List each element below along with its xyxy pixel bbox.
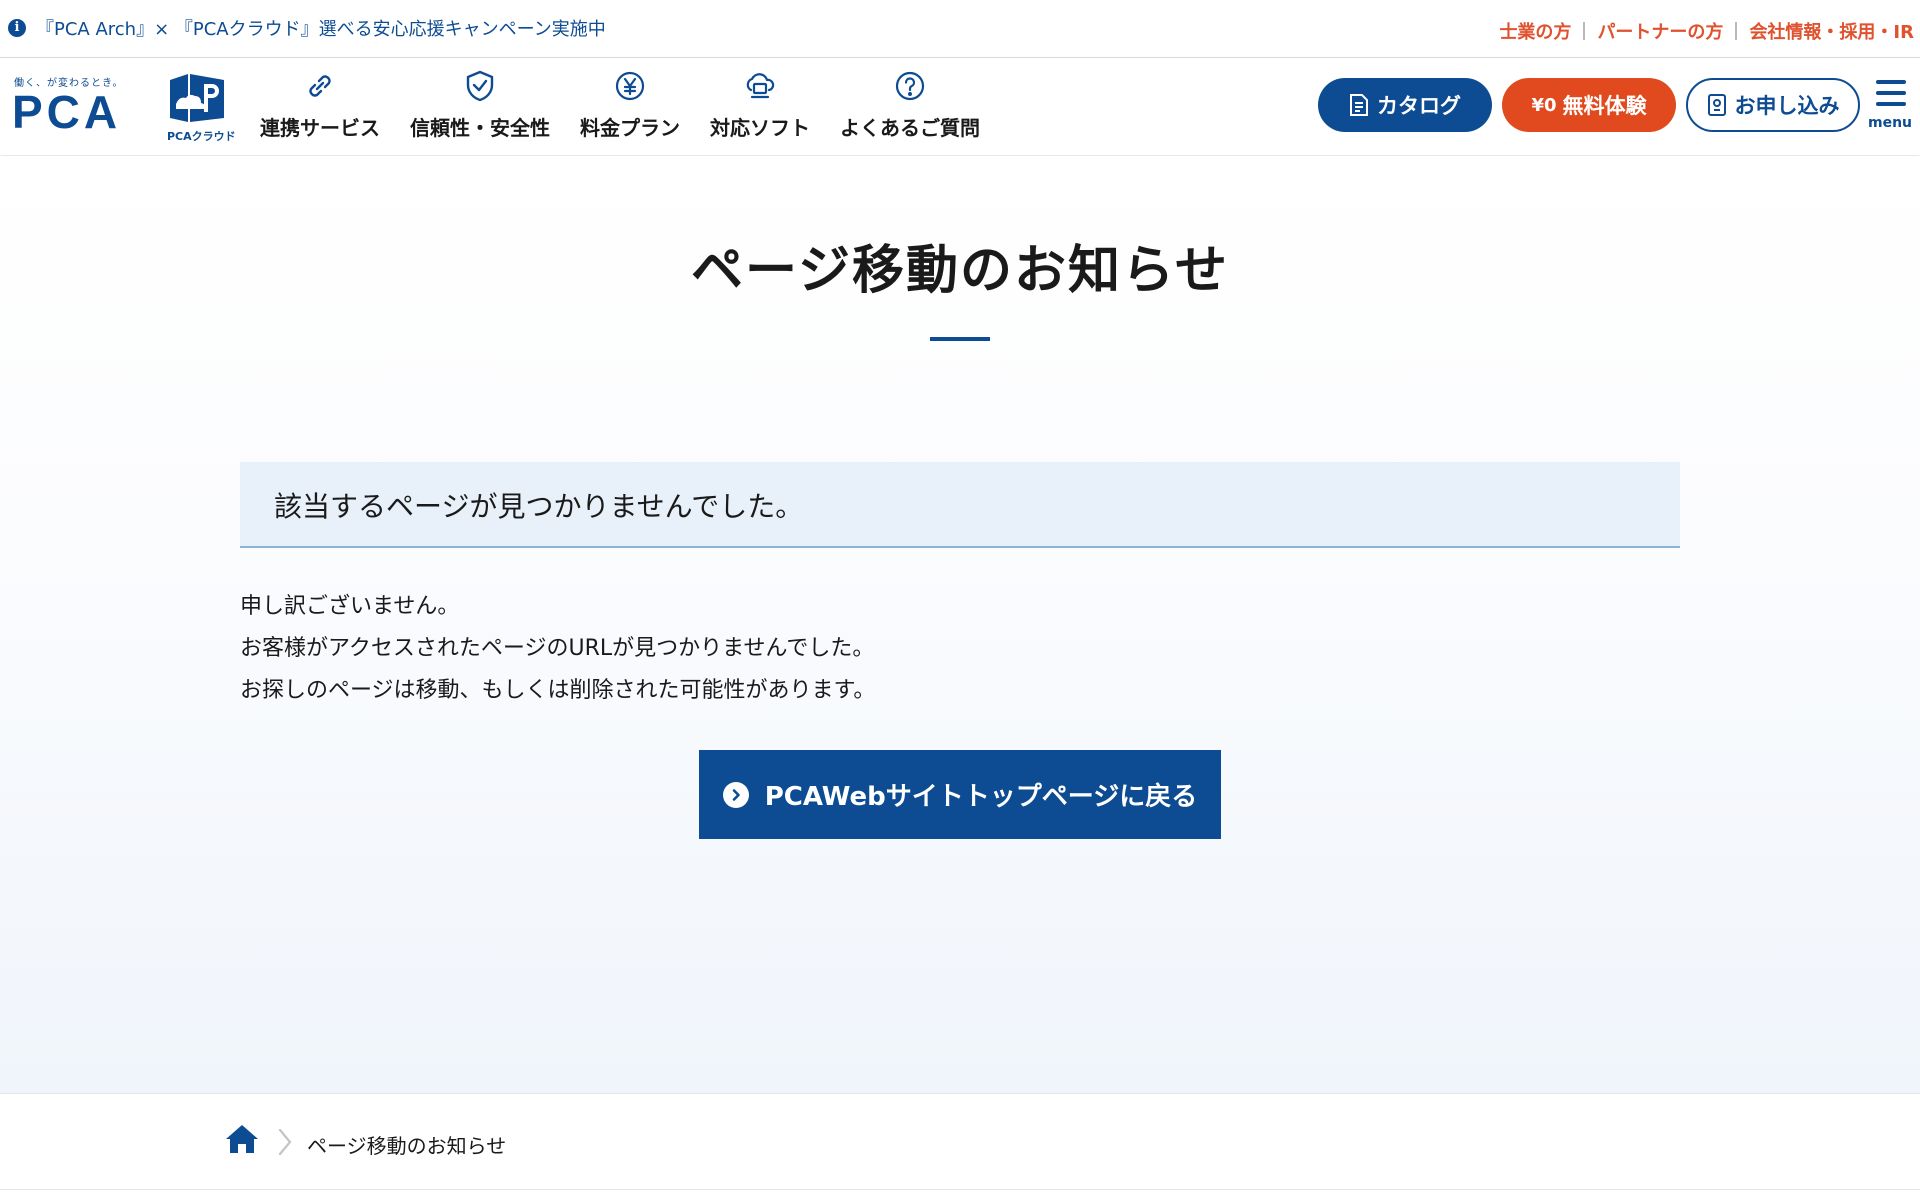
- back-to-top-button[interactable]: PCAWebサイトトップページに戻る: [699, 750, 1221, 839]
- page-title: ページ移動のお知らせ: [691, 241, 1229, 301]
- pca-cloud-logo-icon: [170, 74, 224, 122]
- menu-button[interactable]: menu: [1866, 80, 1916, 134]
- main-content: ページ移動のお知らせ 該当するページが見つかりませんでした。 申し訳ございません…: [0, 156, 1920, 1093]
- link-company-info[interactable]: 会社情報・採用・IR: [1749, 18, 1914, 44]
- nav-label: 連携サービス: [260, 116, 380, 140]
- main-nav: 連携サービス 信頼性・安全性 料金プラン 対応ソフト よくあるご質問: [260, 68, 1010, 141]
- divider: [1735, 22, 1738, 40]
- catalog-button-label: カタログ: [1377, 94, 1461, 118]
- nav-security[interactable]: 信頼性・安全性: [410, 68, 550, 141]
- nav-label: 信頼性・安全性: [410, 116, 550, 140]
- link-partners[interactable]: パートナーの方: [1597, 18, 1723, 44]
- breadcrumb-current: ページ移動のお知らせ: [307, 1134, 507, 1158]
- nav-label: 料金プラン: [580, 116, 680, 140]
- divider: [1583, 22, 1586, 40]
- site-header: 働く、が変わるとき。 PCA PCAクラウド 連携サービス 信頼性・安全性 料金…: [0, 58, 1920, 155]
- nav-supported-software[interactable]: 対応ソフト: [710, 68, 810, 141]
- chevron-right-icon: [276, 1128, 294, 1160]
- yen-icon: [612, 68, 648, 104]
- chevron-right-circle-icon: [722, 781, 749, 808]
- pca-cloud-caption: PCAクラウド: [167, 130, 236, 143]
- shield-check-icon: [462, 68, 498, 104]
- nav-label: 対応ソフト: [710, 116, 810, 140]
- title-underline: [930, 337, 990, 341]
- application-form-icon: [1707, 93, 1727, 117]
- message-line: お探しのページは移動、もしくは削除された可能性があります。: [240, 678, 876, 703]
- breadcrumb: ページ移動のお知らせ: [0, 1093, 1920, 1190]
- hamburger-icon: [1876, 80, 1906, 113]
- nav-faq[interactable]: よくあるご質問: [840, 68, 980, 141]
- error-message: 申し訳ございません。 お客様がアクセスされたページのURLが見つかりませんでした…: [240, 586, 875, 712]
- nav-integrations[interactable]: 連携サービス: [260, 68, 380, 141]
- menu-label: menu: [1868, 115, 1913, 131]
- home-icon[interactable]: [225, 1124, 259, 1154]
- message-line: お客様がアクセスされたページのURLが見つかりませんでした。: [240, 636, 875, 661]
- question-icon: [892, 68, 928, 104]
- pca-logo[interactable]: 働く、が変わるとき。 PCA: [12, 74, 124, 144]
- announcement-bar: i 『PCA Arch』× 『PCAクラウド』選べる安心応援キャンペーン実施中 …: [0, 0, 1920, 58]
- link-professionals[interactable]: 士業の方: [1499, 18, 1571, 44]
- utility-links: 士業の方 パートナーの方 会社情報・採用・IR: [1499, 18, 1914, 44]
- document-icon: [1349, 93, 1369, 117]
- free-trial-yen: ¥0: [1531, 94, 1557, 116]
- logo-tagline: 働く、が変わるとき。: [14, 78, 124, 89]
- apply-button-label: お申し込み: [1734, 94, 1840, 118]
- campaign-notice[interactable]: i 『PCA Arch』× 『PCAクラウド』選べる安心応援キャンペーン実施中: [8, 15, 606, 41]
- cloud-monitor-icon: [742, 68, 778, 104]
- back-to-top-button-label: PCAWebサイトトップページに戻る: [764, 782, 1198, 812]
- pca-logo-mark: PCA: [12, 90, 120, 132]
- not-found-alert: 該当するページが見つかりませんでした。: [240, 462, 1680, 548]
- info-icon: i: [8, 19, 26, 37]
- nav-label: よくあるご質問: [840, 116, 980, 140]
- pca-cloud-logo[interactable]: PCAクラウド: [166, 70, 236, 146]
- free-trial-button[interactable]: ¥0 無料体験: [1502, 78, 1676, 132]
- apply-button[interactable]: お申し込み: [1686, 78, 1860, 132]
- not-found-alert-text: 該当するページが見つかりませんでした。: [274, 490, 804, 523]
- catalog-button[interactable]: カタログ: [1318, 78, 1492, 132]
- free-trial-button-label: 無料体験: [1562, 94, 1647, 118]
- link-icon: [302, 68, 338, 104]
- pca-logo-text: PCA: [12, 90, 120, 132]
- campaign-notice-text[interactable]: 『PCA Arch』× 『PCAクラウド』選べる安心応援キャンペーン実施中: [36, 15, 606, 41]
- message-line: 申し訳ございません。: [240, 594, 460, 619]
- nav-pricing[interactable]: 料金プラン: [580, 68, 680, 141]
